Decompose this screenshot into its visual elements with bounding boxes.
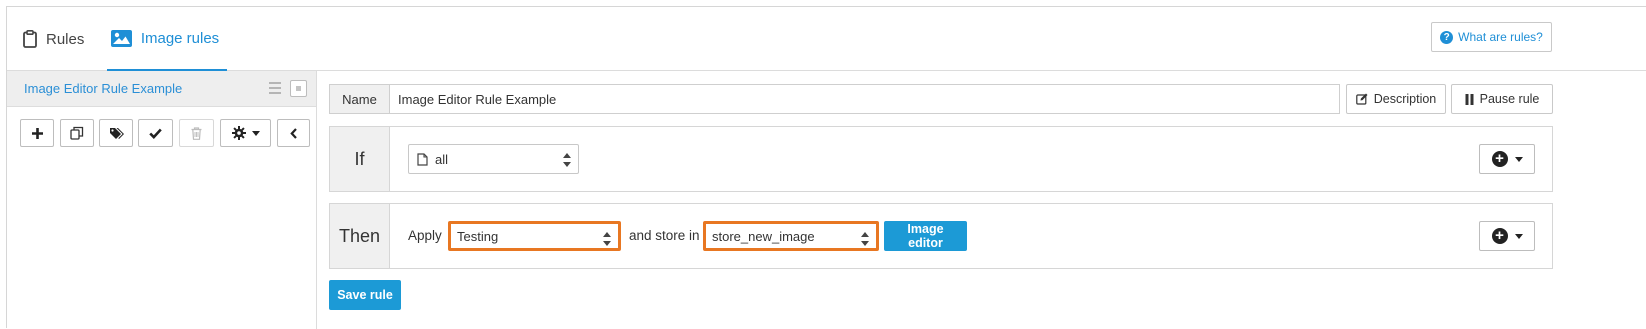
add-icon xyxy=(31,127,43,139)
select-arrows-icon xyxy=(861,232,869,246)
tab-image-rules[interactable]: Image rules xyxy=(107,7,227,71)
rule-name-row: Name Description Pause rule xyxy=(329,84,1553,114)
duplicate-rule-button[interactable] xyxy=(60,119,94,147)
rule-editor: Name Description Pause rule If all + xyxy=(329,71,1629,329)
tab-rules-label: Rules xyxy=(46,30,85,48)
condition-select[interactable]: all xyxy=(408,144,579,174)
question-icon: ? xyxy=(1440,30,1454,44)
drag-handle-icon[interactable] xyxy=(269,82,281,94)
settings-dropdown-button[interactable] xyxy=(220,119,271,147)
apply-label: Apply xyxy=(408,228,442,243)
edit-icon xyxy=(1355,93,1368,105)
what-are-rules-button[interactable]: ? What are rules? xyxy=(1431,22,1552,52)
add-rule-button[interactable] xyxy=(20,119,54,147)
activate-rule-button[interactable] xyxy=(138,119,173,147)
then-label: Then xyxy=(330,204,390,268)
add-condition-button[interactable]: + xyxy=(1479,144,1535,174)
rule-select-checkbox[interactable] xyxy=(290,80,307,97)
condition-select-value: all xyxy=(435,151,449,167)
delete-rule-button[interactable] xyxy=(179,119,214,147)
tags-button[interactable] xyxy=(99,119,133,147)
plus-circle-icon: + xyxy=(1491,228,1508,244)
description-label: Description xyxy=(1373,92,1437,106)
clipboard-icon xyxy=(23,30,37,48)
chevron-left-icon xyxy=(289,127,297,139)
chevron-down-icon xyxy=(251,130,260,136)
rule-list-item-label: Image Editor Rule Example xyxy=(24,81,183,96)
save-rule-button[interactable]: Save rule xyxy=(329,280,401,310)
trash-icon xyxy=(191,126,202,140)
image-editor-button[interactable]: Image editor xyxy=(884,221,967,251)
collapse-sidebar-button[interactable] xyxy=(277,119,310,147)
add-action-button[interactable]: + xyxy=(1479,221,1535,251)
rule-list-item[interactable]: Image Editor Rule Example xyxy=(7,71,316,107)
description-button[interactable]: Description xyxy=(1346,84,1446,114)
top-tab-bar: Rules Image rules ? What are rules? xyxy=(7,7,1646,71)
tags-icon xyxy=(109,127,124,139)
rules-sidebar: Image Editor Rule Example xyxy=(7,71,317,329)
pause-rule-label: Pause rule xyxy=(1479,92,1540,106)
plus-circle-icon: + xyxy=(1491,151,1508,167)
pause-rule-button[interactable]: Pause rule xyxy=(1451,84,1553,114)
store-field-select[interactable]: store_new_image xyxy=(703,221,879,251)
pause-icon xyxy=(1465,93,1474,105)
app-frame: Rules Image rules ? What are rules? Imag… xyxy=(6,6,1646,329)
what-are-rules-label: What are rules? xyxy=(1458,30,1543,44)
store-field-value: store_new_image xyxy=(712,228,815,244)
tab-rules[interactable]: Rules xyxy=(23,7,84,71)
select-arrows-icon xyxy=(563,153,571,167)
select-arrows-icon xyxy=(603,232,611,246)
rule-name-input[interactable] xyxy=(390,84,1340,114)
if-block: If all + xyxy=(329,126,1553,192)
chevron-down-icon xyxy=(1514,156,1523,162)
store-in-label: and store in xyxy=(629,228,700,243)
apply-preset-select[interactable]: Testing xyxy=(448,221,621,251)
gear-icon xyxy=(231,126,246,140)
duplicate-icon xyxy=(70,126,84,140)
apply-preset-value: Testing xyxy=(457,228,499,244)
image-icon xyxy=(110,29,132,47)
tab-image-rules-label: Image rules xyxy=(140,29,220,47)
then-block: Then Apply Testing and store in store_ne… xyxy=(329,203,1553,269)
chevron-down-icon xyxy=(1514,233,1523,239)
if-label: If xyxy=(330,127,390,191)
check-icon xyxy=(149,128,162,139)
rule-name-label: Name xyxy=(329,84,390,114)
file-icon xyxy=(417,152,428,166)
